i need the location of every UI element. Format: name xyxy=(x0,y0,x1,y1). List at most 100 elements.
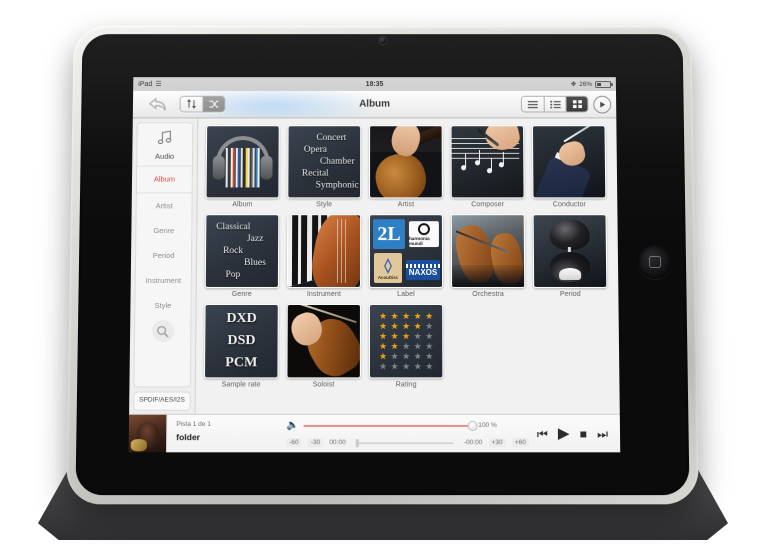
tile-thumbnail: Classical Jazz Rock Blues Pop xyxy=(205,214,279,288)
skip-forward-30-button[interactable]: +30 xyxy=(488,438,505,447)
genre-word: Blues xyxy=(206,257,278,269)
label-logo-harmonia-mundi: harmonia mundi xyxy=(409,221,439,247)
sort-ascending-button[interactable] xyxy=(181,97,203,112)
tile-thumbnail: 2L harmonia mundi AcouDisc NAXOS xyxy=(369,214,443,288)
shuffle-icon xyxy=(208,99,219,110)
sidebar-audio-label: Audio xyxy=(137,152,192,161)
tile-label[interactable]: 2L harmonia mundi AcouDisc NAXOS Label xyxy=(369,214,443,298)
sidebar-item-album[interactable]: Album xyxy=(137,167,192,194)
sidebar-item-period[interactable]: Period xyxy=(136,243,191,268)
tile-thumbnail xyxy=(451,214,525,288)
device-label: iPad xyxy=(138,81,152,88)
back-button[interactable] xyxy=(138,97,178,111)
star-grid-art: ★ ★ ★ ★ ★ ★ ★ ★ ★ ★ ★ ★ ★ ★ ★ ★ ★ ★ ★ ★ ★ ★ ★ ★ ★ ★ ★ ★ ★ ★ xyxy=(378,312,434,371)
label-logo-text: NAXOS xyxy=(409,267,437,276)
tile-caption: Instrument xyxy=(287,291,361,298)
list-view-button[interactable] xyxy=(522,97,544,112)
volume-slider[interactable] xyxy=(304,424,473,426)
grid-view-icon xyxy=(571,99,583,110)
tile-conductor[interactable]: Conductor xyxy=(532,125,606,208)
remaining-time-label: -00:00 xyxy=(464,439,483,446)
star-icon: ★ xyxy=(401,352,411,361)
tile-sample-rate[interactable]: DXD DSD PCM Sample rate xyxy=(204,304,279,389)
piano-cello-art xyxy=(288,215,360,287)
seek-slider-handle[interactable] xyxy=(356,439,359,447)
tile-caption: Soloist xyxy=(286,381,360,388)
tile-instrument[interactable]: Instrument xyxy=(287,214,361,298)
sidebar-item-label: Instrument xyxy=(146,276,182,285)
tile-thumbnail xyxy=(533,214,608,288)
toolbar: Album xyxy=(133,91,617,118)
sort-ascending-icon xyxy=(186,99,197,110)
play-button[interactable]: ▶ xyxy=(558,426,570,441)
star-icon: ★ xyxy=(378,352,388,361)
now-playing-artwork[interactable] xyxy=(129,415,168,453)
grid-view-button[interactable] xyxy=(565,97,587,112)
sidebar-item-instrument[interactable]: Instrument xyxy=(136,268,191,293)
screen: iPad ☰ 18:35 ✥ 26% Album Audio Album Art… xyxy=(129,77,621,452)
stop-button[interactable]: ■ xyxy=(580,427,587,439)
cellists-photo-art xyxy=(452,215,524,287)
label-logo: 2L xyxy=(373,219,405,249)
previous-track-button[interactable]: ⏮ xyxy=(537,427,548,439)
next-track-button[interactable]: ⏭ xyxy=(597,427,608,439)
genre-word: Classical xyxy=(206,221,278,233)
tile-style[interactable]: Concert Opera Chamber Recital Symphonic … xyxy=(287,125,361,208)
tile-thumbnail xyxy=(206,125,280,198)
volume-icon[interactable]: 🔈 xyxy=(286,420,299,431)
sidebar-item-style[interactable]: Style xyxy=(135,293,190,318)
tile-rating[interactable]: ★ ★ ★ ★ ★ ★ ★ ★ ★ ★ ★ ★ ★ ★ ★ ★ ★ ★ ★ ★ ★ ★ ★ ★ ★ ★ ★ ★ ★ ★ Rating xyxy=(369,304,443,389)
tile-thumbnail xyxy=(451,125,525,198)
tile-thumbnail xyxy=(286,304,361,378)
star-icon: ★ xyxy=(424,322,434,331)
battery-icon xyxy=(595,81,611,88)
tile-period[interactable]: Period xyxy=(533,214,608,298)
volume-slider-handle[interactable] xyxy=(468,420,478,430)
sidebar-spdif-label: SPDIF/AES/I2S xyxy=(139,397,185,404)
tile-caption: Artist xyxy=(369,201,443,208)
sidebar-item-genre[interactable]: Genre xyxy=(136,218,191,243)
format-words-art: DXD DSD PCM xyxy=(225,308,257,373)
sidebar-spdif-button[interactable]: SPDIF/AES/I2S xyxy=(133,392,191,411)
tile-thumbnail xyxy=(532,125,606,198)
detail-list-view-button[interactable] xyxy=(544,97,566,112)
skip-forward-60-button[interactable]: +60 xyxy=(512,438,529,447)
skip-back-30-button[interactable]: -30 xyxy=(308,438,324,447)
style-word: Concert xyxy=(289,132,361,144)
tile-caption: Orchestra xyxy=(451,291,525,298)
star-icon: ★ xyxy=(378,332,388,341)
tile-caption: Label xyxy=(369,291,443,298)
player-controls-area: 🔈 100 % -60 -30 00:00 -00:00 +30 +60 xyxy=(286,415,533,453)
toolbar-play-button[interactable] xyxy=(593,95,611,113)
sidebar-item-audio[interactable]: Audio xyxy=(137,123,192,166)
seek-slider[interactable] xyxy=(356,442,454,444)
star-icon: ★ xyxy=(390,332,400,341)
star-icon: ★ xyxy=(378,322,388,331)
label-logo-naxos: NAXOS xyxy=(406,260,440,280)
home-button[interactable] xyxy=(638,245,672,279)
sidebar-item-artist[interactable]: Artist xyxy=(137,193,192,218)
track-title-label: folder xyxy=(176,432,286,442)
shuffle-button[interactable] xyxy=(202,97,224,112)
tile-genre[interactable]: Classical Jazz Rock Blues Pop Genre xyxy=(205,214,280,298)
star-icon: ★ xyxy=(401,322,411,331)
ipad-device: iPad ☰ 18:35 ✥ 26% Album Audio Album Art… xyxy=(66,25,699,504)
sidebar-search-button[interactable] xyxy=(152,320,174,342)
sidebar-item-label: Style xyxy=(155,301,172,310)
ipad-bezel: iPad ☰ 18:35 ✥ 26% Album Audio Album Art… xyxy=(75,34,689,495)
tile-soloist[interactable]: Soloist xyxy=(286,304,361,389)
style-word: Opera xyxy=(289,144,361,156)
back-arrow-icon xyxy=(149,97,167,111)
list-view-icon xyxy=(527,99,539,109)
tile-composer[interactable]: Composer xyxy=(451,125,525,208)
sort-segmented-control[interactable] xyxy=(180,96,226,113)
tile-album[interactable]: Album xyxy=(205,125,279,208)
star-icon: ★ xyxy=(401,312,411,321)
view-mode-segmented-control[interactable] xyxy=(521,96,589,113)
tile-orchestra[interactable]: Orchestra xyxy=(451,214,525,298)
genre-word: Rock xyxy=(206,245,278,257)
skip-back-60-button[interactable]: -60 xyxy=(286,438,302,447)
label-logo-acoudisc: AcouDisc xyxy=(374,253,402,283)
star-icon: ★ xyxy=(390,352,400,361)
tile-artist[interactable]: Artist xyxy=(369,125,443,208)
